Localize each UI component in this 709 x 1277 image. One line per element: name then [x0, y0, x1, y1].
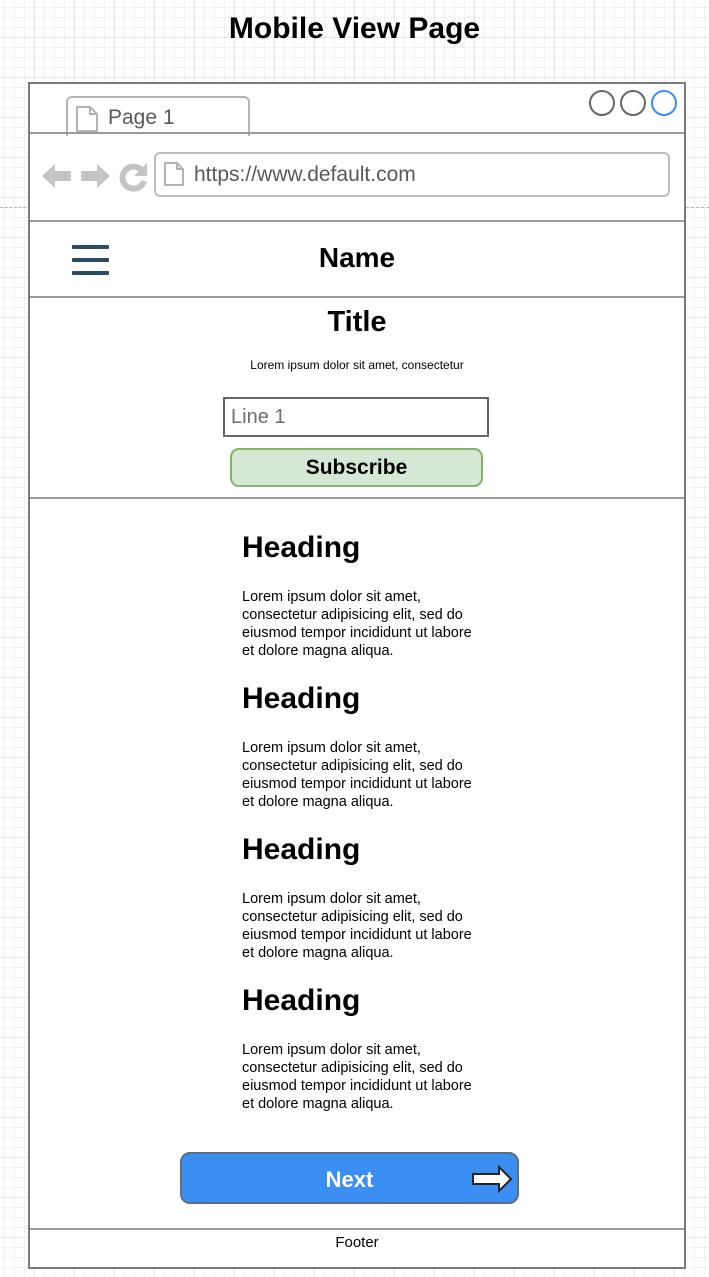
- page-title: Mobile View Page: [228, 12, 481, 45]
- next-label: Next: [325, 1167, 374, 1192]
- article-4: Heading Lorem ipsum dolor sit amet, cons…: [242, 983, 482, 1113]
- arrow-right-icon[interactable]: [80, 162, 110, 190]
- url-bar[interactable]: https://www.default.com: [154, 152, 670, 197]
- footer-divider: [30, 1228, 684, 1230]
- page-icon: [164, 162, 184, 186]
- line-1-input[interactable]: [223, 397, 489, 437]
- article-heading: Heading: [242, 833, 361, 866]
- subscribe-button[interactable]: Subscribe: [230, 448, 483, 487]
- arrow-right-outline-icon: [472, 1165, 513, 1193]
- window-minimize-button[interactable]: [589, 90, 615, 116]
- tab-label: Page 1: [108, 106, 175, 129]
- article-2: Heading Lorem ipsum dolor sit amet, cons…: [242, 681, 482, 811]
- divider-right: [686, 207, 709, 208]
- divider-left: [0, 207, 26, 208]
- tab-bar-divider: [30, 132, 684, 134]
- browser-tab[interactable]: Page 1: [66, 96, 250, 136]
- article-body: Lorem ipsum dolor sit amet, consectetur …: [242, 891, 472, 961]
- window-close-button[interactable]: [651, 90, 677, 116]
- hero-title: Title: [327, 306, 387, 338]
- hero-subtitle: Lorem ipsum dolor sit amet, consectetur: [250, 358, 464, 372]
- hero-divider: [30, 497, 684, 499]
- article-heading: Heading: [242, 531, 361, 564]
- header-divider: [30, 296, 684, 298]
- article-body: Lorem ipsum dolor sit amet, consectetur …: [242, 589, 472, 659]
- article-3: Heading Lorem ipsum dolor sit amet, cons…: [242, 832, 482, 962]
- article-1: Heading Lorem ipsum dolor sit amet, cons…: [242, 530, 482, 660]
- document-icon: [76, 106, 98, 132]
- footer: Footer: [335, 1234, 379, 1251]
- window-maximize-button[interactable]: [620, 90, 646, 116]
- app-name: Name: [318, 242, 396, 273]
- mobile-browser-frame: Page 1 https://www.default.com Name Titl…: [28, 82, 686, 1269]
- article-body: Lorem ipsum dolor sit amet, consectetur …: [242, 1042, 472, 1112]
- next-button[interactable]: Next: [180, 1152, 519, 1204]
- arrow-left-icon[interactable]: [42, 162, 72, 190]
- url-text: https://www.default.com: [194, 163, 416, 186]
- article-heading: Heading: [242, 984, 361, 1017]
- article-heading: Heading: [242, 682, 361, 715]
- toolbar-divider: [30, 220, 684, 222]
- article-body: Lorem ipsum dolor sit amet, consectetur …: [242, 740, 472, 810]
- reload-icon[interactable]: [118, 162, 148, 192]
